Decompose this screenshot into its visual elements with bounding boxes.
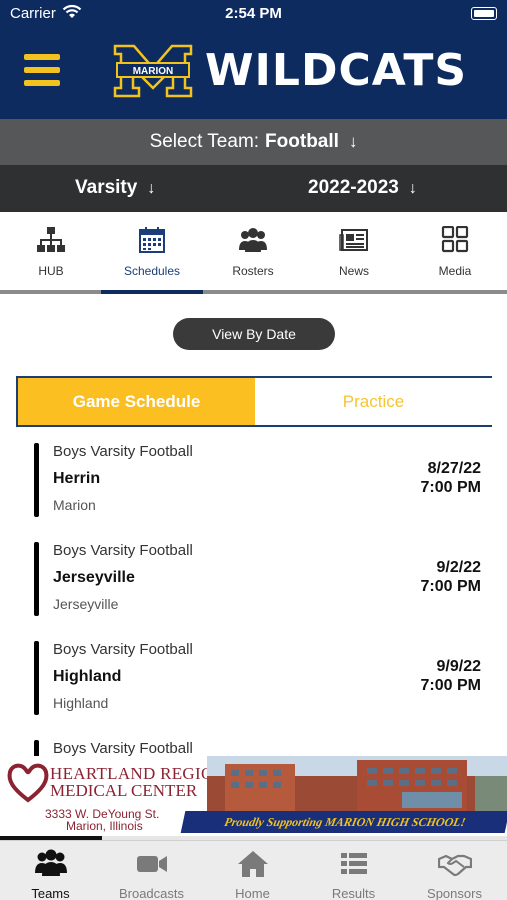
app-header: MARION WILDCATS [0, 28, 507, 119]
app-screen: Carrier 2:54 PM MARION WILDCATS Select T… [0, 0, 507, 900]
game-opponent: Jerseyville [53, 569, 135, 586]
game-team: Boys Varsity Football [53, 641, 193, 658]
game-time: 7:00 PM [420, 479, 481, 496]
level-dropdown[interactable]: Varsity ↓ [75, 177, 155, 199]
game-team: Boys Varsity Football [53, 542, 193, 559]
arrow-down-icon: ↓ [348, 132, 358, 151]
marion-m-logo: MARION [113, 44, 193, 98]
bottom-tab-label: Results [331, 886, 376, 900]
row-marker [34, 641, 39, 715]
team-name-title: WILDCATS [205, 45, 468, 96]
bottom-tab-label: Teams [31, 886, 70, 900]
hospital-building-image [207, 756, 507, 814]
team-icon [35, 849, 67, 876]
status-bar: Carrier 2:54 PM [0, 0, 507, 28]
bottom-tab-sponsors[interactable]: Sponsors [404, 841, 505, 900]
menu-bar-icon [24, 80, 60, 86]
tab-news[interactable]: News [303, 212, 405, 294]
practice-segment[interactable]: Practice [255, 378, 492, 425]
bottom-tab-label: Home [235, 886, 270, 900]
game-team: Boys Varsity Football [53, 443, 193, 460]
bottom-tab-teams[interactable]: Teams [0, 841, 101, 900]
game-row[interactable]: Boys Varsity Football Jerseyville Jersey… [0, 542, 507, 641]
tab-label: Media [438, 264, 472, 278]
sponsor-name-line2: Medical Center [50, 781, 198, 800]
list-icon [341, 853, 367, 874]
tab-label: HUB [38, 264, 64, 278]
game-opponent: Highland [53, 668, 122, 685]
game-location: Marion [53, 497, 96, 513]
schedule-type-toggle: Game Schedule Practice [16, 376, 492, 427]
game-time: 7:00 PM [420, 677, 481, 694]
calendar-icon [139, 227, 165, 253]
team-selector-value: Football [265, 131, 339, 152]
season-value: 2022-2023 [308, 177, 399, 198]
game-date: 8/27/22 [427, 460, 481, 477]
group-icon [239, 228, 267, 252]
grid-icon [441, 226, 469, 253]
row-marker [34, 542, 39, 616]
team-selector-label: Select Team: [149, 131, 260, 152]
game-opponent: Herrin [53, 470, 101, 487]
sponsor-banner[interactable]: Heartland Regional Medical Center 3333 W… [0, 756, 507, 836]
arrow-down-icon: ↓ [147, 180, 156, 197]
view-by-date-button[interactable]: View By Date [173, 318, 335, 350]
sponsor-tagline: Proudly Supporting MARION HIGH SCHOOL! [180, 811, 507, 833]
tab-label: Schedules [123, 264, 181, 278]
heart-logo-icon [7, 763, 49, 803]
tabs-divider [0, 290, 507, 294]
menu-button[interactable] [24, 54, 62, 88]
video-camera-icon [137, 856, 167, 872]
bottom-tab-label: Sponsors [427, 886, 482, 900]
game-date: 9/2/22 [436, 559, 481, 576]
game-date: 9/9/22 [436, 658, 481, 675]
game-team: Boys Varsity Football [53, 740, 193, 757]
tab-media[interactable]: Media [404, 212, 506, 294]
logo-text: MARION [133, 66, 174, 77]
bottom-tab-bar: Teams Broadcasts Home Results Sponsors [0, 840, 507, 900]
game-location: Jerseyville [53, 596, 119, 612]
game-time: 7:00 PM [420, 578, 481, 595]
battery-icon [471, 7, 497, 20]
bottom-tab-home[interactable]: Home [202, 841, 303, 900]
section-tabs: HUB Schedules Rosters News Media [0, 212, 507, 294]
tab-label: Rosters [232, 264, 274, 278]
filter-bar: Varsity ↓ 2022-2023 ↓ [0, 165, 507, 212]
season-dropdown[interactable]: 2022-2023 ↓ [308, 177, 417, 199]
team-selector[interactable]: Select Team: Football ↓ [0, 119, 507, 165]
tab-label: News [338, 264, 369, 278]
level-value: Varsity [75, 177, 138, 198]
bottom-tab-broadcasts[interactable]: Broadcasts [101, 841, 202, 900]
tab-hub[interactable]: HUB [0, 212, 102, 294]
handshake-icon [438, 854, 472, 877]
game-schedule-segment[interactable]: Game Schedule [18, 378, 255, 425]
newspaper-icon [339, 229, 368, 251]
arrow-down-icon: ↓ [408, 180, 417, 197]
game-row[interactable]: Boys Varsity Football Highland Highland … [0, 641, 507, 740]
bottom-tab-results[interactable]: Results [303, 841, 404, 900]
game-row[interactable]: Boys Varsity Football Herrin Marion 8/27… [0, 443, 507, 542]
row-marker [34, 443, 39, 517]
active-tab-indicator [101, 290, 203, 294]
bottom-tab-label: Broadcasts [118, 886, 185, 900]
hierarchy-icon [37, 227, 65, 252]
sponsor-address-line2: Marion, Illinois [66, 819, 143, 833]
clock: 2:54 PM [225, 5, 282, 22]
menu-bar-icon [24, 67, 60, 73]
menu-bar-icon [24, 54, 60, 60]
tab-rosters[interactable]: Rosters [202, 212, 304, 294]
game-location: Highland [53, 695, 109, 711]
house-icon [238, 851, 268, 877]
tab-schedules[interactable]: Schedules [101, 212, 203, 294]
